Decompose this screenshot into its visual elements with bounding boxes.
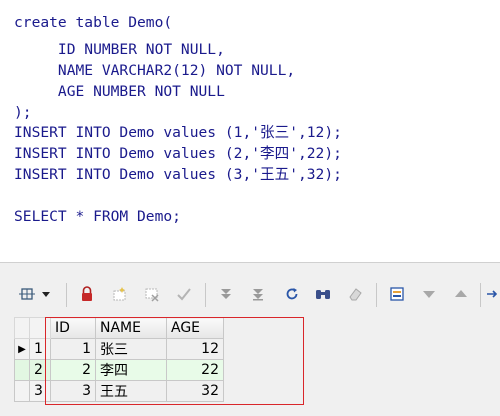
grid-options-icon[interactable] [18,285,36,303]
cell-name[interactable]: 李四 [95,359,167,381]
row-number: 2 [29,359,51,381]
table-row[interactable]: 2 2 李四 22 [14,359,224,381]
code-line: NAME VARCHAR2(12) NOT NULL, [14,62,296,79]
cell-id[interactable]: 1 [50,338,96,360]
dropdown-arrow-icon[interactable] [40,285,52,303]
row-number: 1 [29,338,51,360]
toolbar-separator [66,283,67,307]
toolbar-separator [205,283,206,307]
current-row-arrow-icon: ▶ [14,338,30,360]
code-line: INSERT INTO Demo values (1,'张三',12); [14,124,342,141]
query-by-example-icon[interactable] [314,285,332,303]
grid-corner [29,317,51,339]
grid-header-row: ID NAME AGE [14,317,224,339]
code-line: create table Demo( [14,14,173,31]
row-number: 3 [29,380,51,402]
sort-down-icon[interactable] [420,285,438,303]
export-icon[interactable] [388,285,406,303]
insert-record-icon[interactable] [111,285,129,303]
cell-age[interactable]: 32 [166,380,224,402]
results-toolbar [0,273,500,315]
next-page-icon[interactable] [217,285,235,303]
code-line: INSERT INTO Demo values (3,'王五',32); [14,166,342,183]
delete-record-icon[interactable] [143,285,161,303]
post-changes-icon[interactable] [175,285,193,303]
row-indicator [14,380,30,402]
result-grid[interactable]: ID NAME AGE ▶ 1 1 张三 12 2 2 李四 22 3 3 王五… [14,317,224,402]
row-indicator [14,359,30,381]
table-row[interactable]: ▶ 1 1 张三 12 [14,338,224,360]
code-line: ID NUMBER NOT NULL, [14,41,225,58]
cell-id[interactable]: 2 [50,359,96,381]
last-page-icon[interactable] [249,285,267,303]
grid-corner [14,317,30,339]
cell-name[interactable]: 王五 [95,380,167,402]
column-header-age[interactable]: AGE [166,317,224,339]
cell-id[interactable]: 3 [50,380,96,402]
lock-icon[interactable] [78,285,96,303]
toolbar-separator [480,283,481,307]
more-icon[interactable] [486,285,498,303]
cell-name[interactable]: 张三 [95,338,167,360]
clear-icon[interactable] [346,285,364,303]
toolbar-separator [376,283,377,307]
code-line: INSERT INTO Demo values (2,'李四',22); [14,145,342,162]
code-line: AGE NUMBER NOT NULL [14,83,225,100]
column-header-id[interactable]: ID [50,317,96,339]
column-header-name[interactable]: NAME [95,317,167,339]
cell-age[interactable]: 12 [166,338,224,360]
sql-editor[interactable]: create table Demo( ID NUMBER NOT NULL, N… [0,0,500,262]
code-line: SELECT * FROM Demo; [14,208,181,225]
cell-age[interactable]: 22 [166,359,224,381]
sort-up-icon[interactable] [452,285,470,303]
table-row[interactable]: 3 3 王五 32 [14,380,224,402]
result-grid-area: ID NAME AGE ▶ 1 1 张三 12 2 2 李四 22 3 3 王五… [0,315,500,416]
code-line: ); [14,104,32,121]
refresh-icon[interactable] [283,285,301,303]
